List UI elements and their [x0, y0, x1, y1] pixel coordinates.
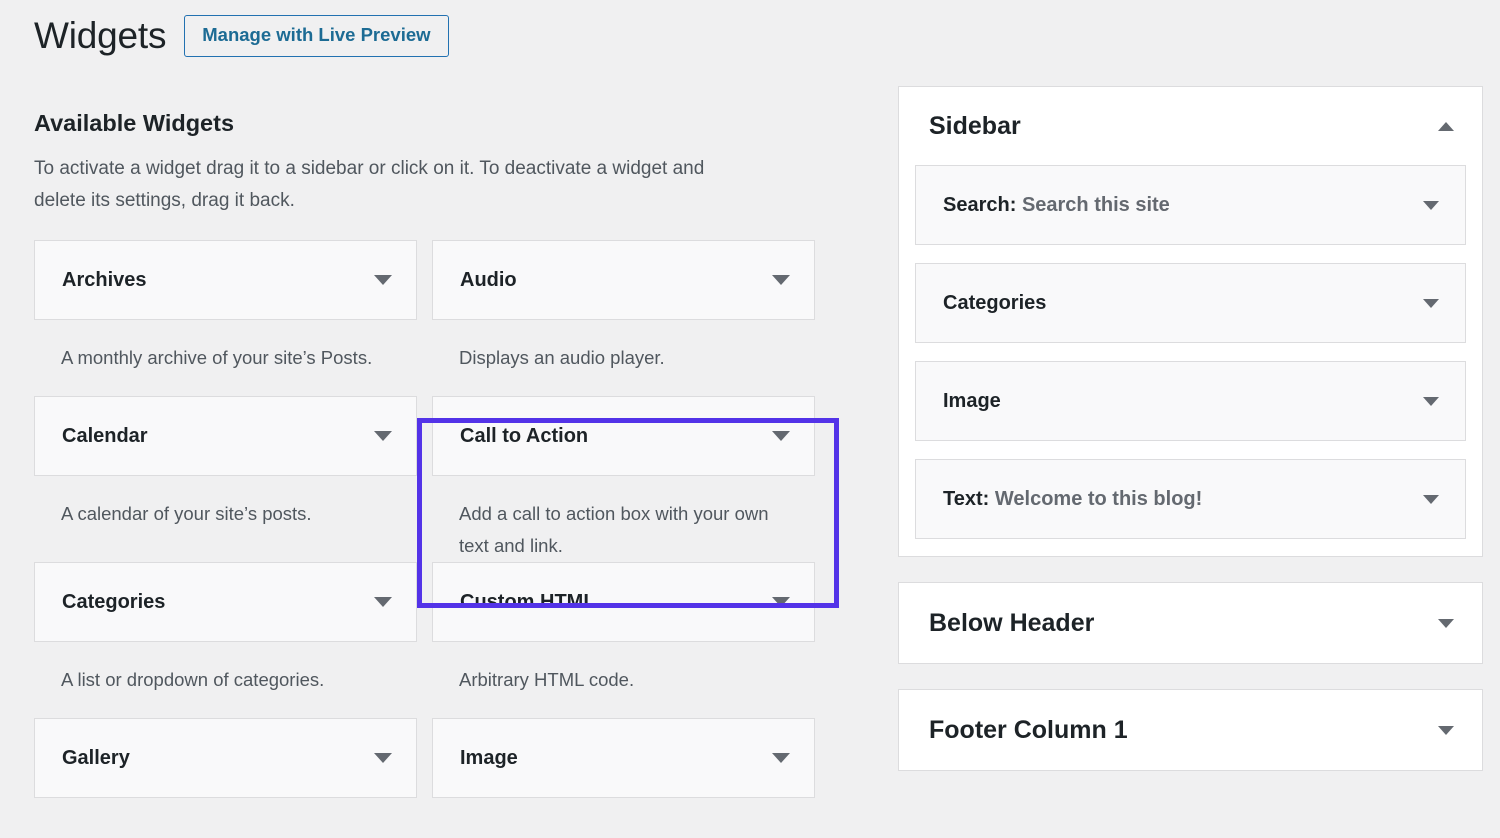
widget-card-archives[interactable]: Archives	[34, 240, 417, 320]
sidebar-widget-label: Search:	[943, 194, 1016, 216]
sidebar-widget-image[interactable]: Image	[915, 361, 1466, 441]
chevron-down-icon[interactable]	[1423, 397, 1439, 406]
sidebar-panel-sidebar: Sidebar Search: Search this site Categor…	[898, 86, 1483, 557]
sidebar-panel-title: Footer Column 1	[929, 715, 1128, 745]
widget-card-title: Gallery	[62, 746, 130, 770]
sidebar-widget-title: Categories	[943, 291, 1046, 315]
widget-card-title: Calendar	[62, 424, 148, 448]
chevron-down-icon[interactable]	[772, 275, 790, 285]
widget-card-title: Archives	[62, 268, 147, 292]
sidebar-panel-body-sidebar: Search: Search this site Categories Imag…	[899, 165, 1482, 556]
sidebar-panel-below-header: Below Header	[898, 582, 1483, 664]
widget-cell: Calendar A calendar of your site’s posts…	[34, 396, 417, 562]
page-header: Widgets Manage with Live Preview	[34, 14, 449, 58]
widget-cell: Categories A list or dropdown of categor…	[34, 562, 417, 718]
available-widgets-title: Available Widgets	[34, 108, 824, 139]
sidebar-widget-search[interactable]: Search: Search this site	[915, 165, 1466, 245]
widget-description: A list or dropdown of categories.	[34, 642, 417, 718]
sidebar-widget-title: Search: Search this site	[943, 193, 1170, 217]
available-widgets-section: Available Widgets To activate a widget d…	[34, 108, 824, 798]
widget-card-image[interactable]: Image	[432, 718, 815, 798]
widget-description: Add a call to action box with your own t…	[432, 476, 815, 562]
sidebar-widget-title: Image	[943, 389, 1001, 413]
widgets-admin-screen: Widgets Manage with Live Preview Availab…	[0, 0, 1500, 838]
available-widgets-description: To activate a widget drag it to a sideba…	[34, 153, 754, 218]
chevron-down-icon[interactable]	[772, 753, 790, 763]
widget-card-title: Custom HTML	[460, 590, 596, 614]
widget-cell: Archives A monthly archive of your site’…	[34, 240, 417, 396]
widget-card-call-to-action[interactable]: Call to Action	[432, 396, 815, 476]
chevron-down-icon[interactable]	[772, 431, 790, 441]
widget-card-custom-html[interactable]: Custom HTML	[432, 562, 815, 642]
page-title: Widgets	[34, 14, 166, 58]
sidebar-widget-text[interactable]: Text: Welcome to this blog!	[915, 459, 1466, 539]
widget-card-gallery[interactable]: Gallery	[34, 718, 417, 798]
sidebar-widget-categories[interactable]: Categories	[915, 263, 1466, 343]
widget-description: A monthly archive of your site’s Posts.	[34, 320, 417, 396]
sidebar-panel-header-below-header[interactable]: Below Header	[899, 583, 1482, 663]
widget-description: A calendar of your site’s posts.	[34, 476, 417, 552]
chevron-down-icon[interactable]	[374, 431, 392, 441]
widget-cell: Audio Displays an audio player.	[432, 240, 815, 396]
chevron-down-icon[interactable]	[374, 753, 392, 763]
chevron-down-icon[interactable]	[1423, 495, 1439, 504]
widget-card-title: Call to Action	[460, 424, 588, 448]
widget-card-calendar[interactable]: Calendar	[34, 396, 417, 476]
sidebar-panel-title: Sidebar	[929, 111, 1021, 141]
sidebar-panel-footer-column-1: Footer Column 1	[898, 689, 1483, 771]
sidebar-panel-header-footer-column-1[interactable]: Footer Column 1	[899, 690, 1482, 770]
widget-card-title: Categories	[62, 590, 165, 614]
widget-cell: Image	[432, 718, 815, 798]
available-widgets-grid: Archives A monthly archive of your site’…	[34, 240, 824, 798]
sidebar-widget-value: Welcome to this blog!	[995, 488, 1202, 510]
sidebar-widget-value: Search this site	[1022, 194, 1170, 216]
widget-description: Arbitrary HTML code.	[432, 642, 815, 718]
chevron-down-icon[interactable]	[1423, 201, 1439, 210]
widget-description: Displays an audio player.	[432, 320, 815, 396]
sidebar-panel-header-sidebar[interactable]: Sidebar	[899, 87, 1482, 165]
chevron-down-icon[interactable]	[374, 597, 392, 607]
chevron-down-icon[interactable]	[1438, 619, 1454, 628]
chevron-down-icon[interactable]	[772, 597, 790, 607]
sidebars-column: Sidebar Search: Search this site Categor…	[898, 86, 1483, 796]
sidebar-panel-title: Below Header	[929, 608, 1094, 638]
widget-cell: Gallery	[34, 718, 417, 798]
chevron-down-icon[interactable]	[374, 275, 392, 285]
chevron-up-icon[interactable]	[1438, 122, 1454, 131]
manage-with-live-preview-button[interactable]: Manage with Live Preview	[184, 15, 448, 57]
sidebar-widget-title: Text: Welcome to this blog!	[943, 487, 1202, 511]
widget-card-title: Audio	[460, 268, 517, 292]
widget-card-categories[interactable]: Categories	[34, 562, 417, 642]
widget-card-title: Image	[460, 746, 518, 770]
widget-card-audio[interactable]: Audio	[432, 240, 815, 320]
widget-cell: Call to Action Add a call to action box …	[432, 396, 815, 562]
chevron-down-icon[interactable]	[1423, 299, 1439, 308]
chevron-down-icon[interactable]	[1438, 726, 1454, 735]
widget-cell: Custom HTML Arbitrary HTML code.	[432, 562, 815, 718]
sidebar-widget-label: Text:	[943, 488, 989, 510]
